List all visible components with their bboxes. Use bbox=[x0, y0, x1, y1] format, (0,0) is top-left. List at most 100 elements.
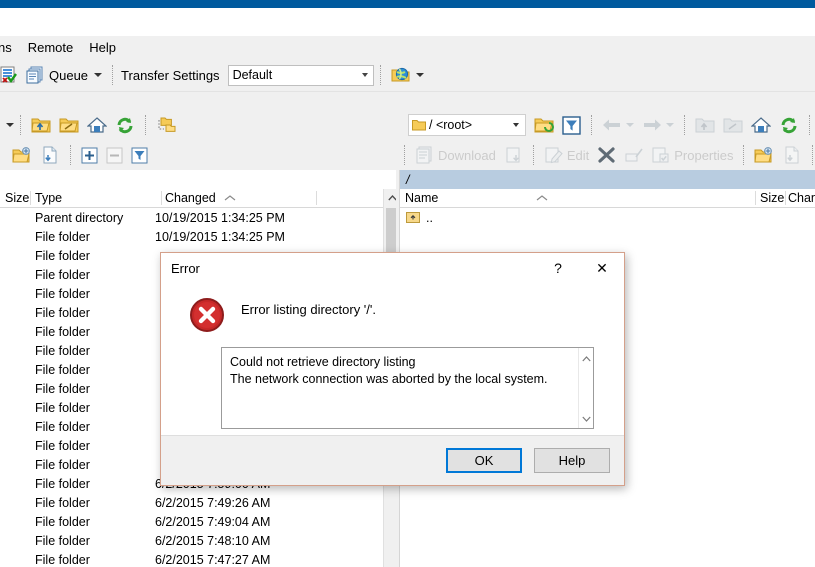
local-select-filter-button[interactable] bbox=[127, 143, 152, 167]
transfer-settings-value: Default bbox=[233, 68, 273, 82]
local-folder-tree-button[interactable] bbox=[152, 113, 180, 137]
local-refresh-button[interactable] bbox=[111, 113, 139, 137]
queue-button[interactable]: Queue bbox=[22, 63, 106, 87]
remote-filter-button[interactable] bbox=[558, 113, 585, 137]
synchronize-icon-button[interactable] bbox=[0, 63, 22, 87]
table-row[interactable]: File folder 10/19/2015 1:34:25 PM bbox=[0, 227, 400, 246]
chevron-down-icon[interactable] bbox=[513, 123, 519, 127]
local-open-directory-button[interactable] bbox=[55, 113, 83, 137]
toolbar-separator bbox=[404, 145, 405, 165]
chevron-down-icon[interactable] bbox=[416, 73, 424, 77]
refresh-icon bbox=[779, 116, 799, 134]
remote-back-button[interactable] bbox=[598, 113, 638, 137]
table-row[interactable]: File folder6/2/2015 7:49:04 AM bbox=[0, 512, 400, 531]
table-row[interactable]: File folder6/2/2015 7:48:10 AM bbox=[0, 531, 400, 550]
toolbar-separator bbox=[591, 115, 592, 135]
cell-type: File folder bbox=[30, 249, 150, 263]
table-row[interactable]: File folder6/2/2015 7:49:26 AM bbox=[0, 493, 400, 512]
transfer-settings-combo[interactable]: Default bbox=[228, 65, 374, 86]
help-button[interactable]: Help bbox=[534, 448, 610, 473]
remote-refresh-button[interactable] bbox=[775, 113, 803, 137]
column-header-name[interactable]: Name bbox=[400, 189, 755, 208]
edit-label: Edit bbox=[567, 148, 589, 163]
cell-changed: 10/19/2015 1:34:25 PM bbox=[150, 211, 310, 225]
remote-open-folder-button[interactable] bbox=[719, 113, 747, 137]
dialog-detail-box[interactable]: Could not retrieve directory listing The… bbox=[221, 347, 594, 429]
ok-button[interactable]: OK bbox=[446, 448, 522, 473]
chevron-down-icon[interactable] bbox=[94, 73, 102, 77]
local-new-directory-button[interactable] bbox=[8, 143, 36, 167]
toolbar-separator bbox=[70, 145, 71, 165]
cell-type: File folder bbox=[30, 363, 150, 377]
open-folder-icon bbox=[723, 116, 743, 134]
column-header-size[interactable]: Size bbox=[0, 189, 30, 208]
chevron-down-icon[interactable] bbox=[6, 123, 14, 127]
home-icon bbox=[751, 116, 771, 134]
remote-new-file-button[interactable] bbox=[778, 143, 806, 167]
local-navigation-toolbar bbox=[0, 110, 400, 140]
remote-parent-directory-button[interactable] bbox=[691, 113, 719, 137]
remote-action-toolbar: Download Edit bbox=[400, 140, 815, 170]
remote-new-directory-button[interactable] bbox=[750, 143, 778, 167]
remote-open-directory-button[interactable] bbox=[530, 113, 558, 137]
local-select-add-button[interactable] bbox=[77, 143, 102, 167]
column-header-changed[interactable]: Chan bbox=[783, 189, 813, 208]
delete-button[interactable] bbox=[593, 143, 620, 167]
remote-home-button[interactable] bbox=[747, 113, 775, 137]
local-home-button[interactable] bbox=[83, 113, 111, 137]
cell-type: File folder bbox=[30, 496, 150, 510]
new-file-icon bbox=[782, 146, 802, 164]
remote-navigation-toolbar: / <root> bbox=[400, 110, 815, 140]
help-icon[interactable]: ? bbox=[536, 253, 580, 283]
rename-button[interactable] bbox=[620, 143, 647, 167]
chevron-down-icon[interactable] bbox=[626, 123, 634, 127]
cell-changed: 6/2/2015 7:47:27 AM bbox=[150, 553, 310, 567]
download-queue-button[interactable] bbox=[500, 143, 527, 167]
download-button[interactable]: Download bbox=[411, 143, 500, 167]
menu-options-clipped[interactable]: ns bbox=[0, 37, 20, 59]
properties-button[interactable]: Properties bbox=[647, 143, 737, 167]
menu-remote[interactable]: Remote bbox=[20, 37, 82, 59]
table-row[interactable]: Parent directory 10/19/2015 1:34:25 PM bbox=[0, 208, 400, 227]
chevron-down-icon[interactable] bbox=[666, 123, 674, 127]
table-row[interactable]: .. bbox=[400, 208, 815, 227]
open-folder-icon bbox=[59, 116, 79, 134]
local-new-file-button[interactable] bbox=[36, 143, 64, 167]
menu-bar: ns Remote Help bbox=[0, 36, 815, 59]
edit-button[interactable]: Edit bbox=[540, 143, 593, 167]
dialog-detail-scrollbar[interactable] bbox=[578, 348, 593, 428]
cell-type: File folder bbox=[30, 287, 150, 301]
scroll-down-icon[interactable] bbox=[582, 411, 591, 425]
download-queue-icon bbox=[504, 146, 523, 164]
column-divider[interactable] bbox=[316, 191, 317, 205]
window-title-bar bbox=[0, 8, 815, 36]
select-filter-icon bbox=[131, 147, 148, 164]
remote-forward-button[interactable] bbox=[638, 113, 678, 137]
remote-path-combo[interactable]: / <root> bbox=[408, 114, 526, 136]
column-header-size[interactable]: Size bbox=[755, 189, 783, 208]
close-icon[interactable]: ✕ bbox=[580, 253, 624, 283]
chevron-down-icon[interactable] bbox=[362, 73, 368, 77]
cell-changed: 6/2/2015 7:49:26 AM bbox=[150, 496, 310, 510]
rename-icon bbox=[624, 146, 643, 164]
table-row[interactable]: File folder6/2/2015 7:47:27 AM bbox=[0, 550, 400, 567]
cell-changed: 10/19/2015 1:34:25 PM bbox=[150, 230, 310, 244]
sort-ascending-icon bbox=[224, 191, 236, 205]
dialog-detail-line-1: Could not retrieve directory listing bbox=[230, 354, 585, 371]
home-icon bbox=[87, 116, 107, 134]
toolbar-separator bbox=[684, 115, 685, 135]
menu-help[interactable]: Help bbox=[81, 37, 124, 59]
scroll-up-icon[interactable] bbox=[582, 351, 591, 365]
column-header-changed[interactable]: Changed bbox=[160, 189, 315, 208]
new-directory-icon bbox=[12, 146, 32, 164]
column-header-type[interactable]: Type bbox=[30, 189, 160, 208]
local-parent-directory-button[interactable] bbox=[27, 113, 55, 137]
folder-icon bbox=[412, 119, 426, 132]
open-remote-folder-icon bbox=[534, 116, 554, 134]
select-add-icon bbox=[81, 147, 98, 164]
cell-type: File folder bbox=[30, 401, 150, 415]
transfer-protocol-button[interactable] bbox=[387, 63, 428, 87]
toolbar-separator bbox=[743, 145, 744, 165]
local-select-remove-button[interactable] bbox=[102, 143, 127, 167]
cell-changed: 6/2/2015 7:48:10 AM bbox=[150, 534, 310, 548]
